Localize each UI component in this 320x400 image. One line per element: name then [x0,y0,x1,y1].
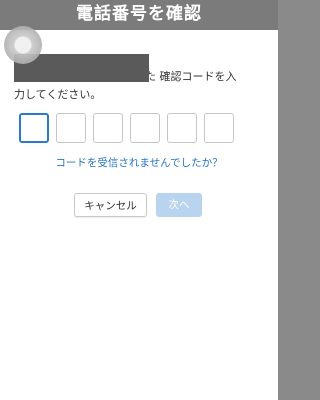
code-digit-6-input[interactable] [204,113,234,143]
verification-dialog: 信された 確認コードを入 力してください。 コードを受信されませんでしたか？ キ… [0,30,278,400]
cancel-button[interactable]: キャンセル [74,193,147,217]
verify-phone-screen: 電話番号を確認 信された 確認コードを入 力してください。 コードを受信されませ… [0,0,278,400]
assistive-touch-icon[interactable] [4,26,42,64]
code-digit-5-input[interactable] [167,113,197,143]
title-bar: 電話番号を確認 [0,0,278,30]
code-digit-1-input[interactable] [19,113,49,143]
page-title: 電話番号を確認 [76,4,202,24]
resend-code-link[interactable]: コードを受信されませんでしたか？ [0,156,278,170]
instruction-line-2: 力してください。 [14,88,102,101]
code-input-row [19,113,234,143]
next-button[interactable]: 次へ [156,193,202,217]
code-digit-2-input[interactable] [56,113,86,143]
code-digit-4-input[interactable] [130,113,160,143]
code-digit-3-input[interactable] [93,113,123,143]
